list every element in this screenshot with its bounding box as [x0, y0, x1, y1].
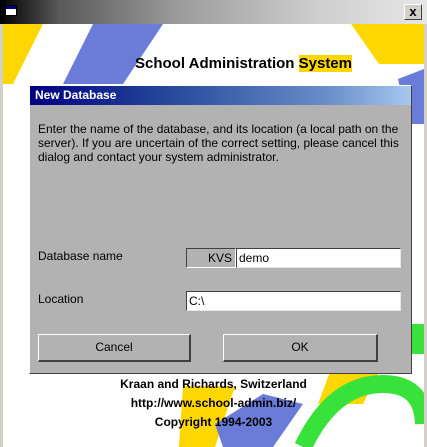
- dialog-titlebar[interactable]: New Database: [30, 86, 411, 105]
- banner-title: School Administration System: [135, 55, 352, 72]
- ok-button[interactable]: OK: [223, 334, 378, 362]
- footer-copyright: Copyright 1994-2003: [154, 415, 273, 429]
- database-name-label: Database name: [38, 249, 123, 263]
- footer-url: http://www.school-admin.biz/: [130, 396, 297, 410]
- close-button[interactable]: x: [404, 4, 422, 20]
- dialog-title: New Database: [35, 88, 117, 102]
- cancel-button[interactable]: Cancel: [38, 334, 191, 362]
- decor-yellow-shape: [351, 24, 424, 64]
- banner-title-highlight: System: [298, 55, 352, 72]
- location-label: Location: [38, 292, 84, 306]
- database-name-input[interactable]: [236, 248, 401, 268]
- app-window-icon: [5, 5, 17, 16]
- dialog-description: Enter the name of the database, and its …: [38, 122, 399, 164]
- new-database-dialog: New Database Enter the name of the datab…: [29, 85, 412, 374]
- decor-blue-shape: [63, 24, 163, 84]
- database-prefix: KVS: [186, 248, 236, 268]
- decor-yellow-shape: [3, 24, 43, 84]
- footer-company: Kraan and Richards, Switzerland: [120, 377, 307, 391]
- window-titlebar[interactable]: x: [0, 0, 427, 24]
- banner-title-main: School Administration: [135, 55, 299, 72]
- location-input[interactable]: [186, 291, 401, 311]
